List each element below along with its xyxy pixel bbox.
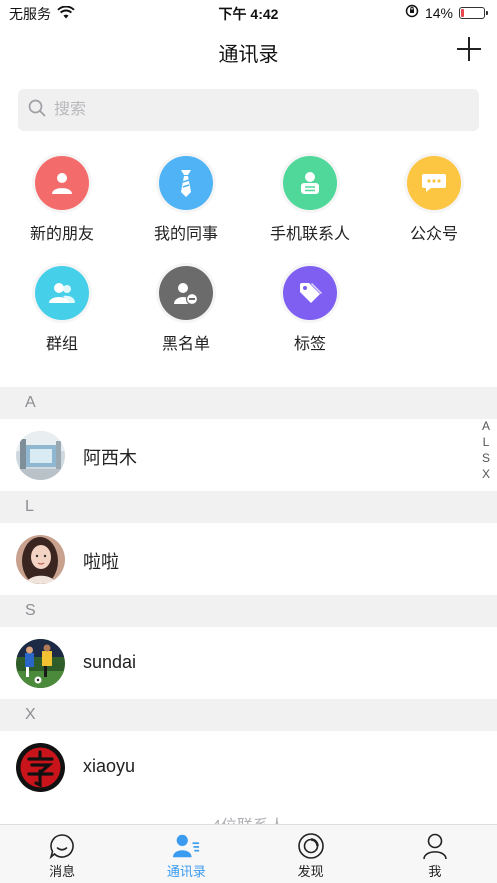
blacklist-icon [159, 266, 213, 320]
contact-name: xiaoyu [83, 756, 136, 776]
search-input[interactable] [54, 101, 454, 119]
tab-messages[interactable]: 消息 [0, 825, 124, 883]
feature-official-accounts[interactable]: 公众号 [372, 156, 496, 244]
section-header-s: S [0, 595, 497, 627]
group-icon [35, 266, 89, 320]
tag-icon [283, 266, 337, 320]
feature-label: 标签 [293, 336, 326, 353]
tab-label: 通讯录 [166, 864, 206, 879]
tab-bar: 消息 通讯录 发现 我 [0, 824, 497, 883]
nav-bar: 通讯录 [0, 26, 497, 78]
tab-profile[interactable]: 我 [373, 825, 497, 883]
feature-label: 群组 [45, 336, 78, 353]
feature-label: 公众号 [409, 226, 458, 243]
profile-icon [421, 832, 449, 860]
avatar [16, 431, 65, 480]
index-letter[interactable]: A [482, 418, 490, 434]
discover-icon [297, 832, 325, 860]
search-bar[interactable] [18, 89, 479, 131]
contact-name: 阿西木 [83, 448, 137, 468]
contact-count: 4位联系人 [0, 800, 497, 824]
colleague-icon [159, 156, 213, 210]
chat-bubble-icon [48, 832, 76, 860]
feature-label: 我的同事 [153, 226, 218, 243]
status-right: 14% [405, 4, 488, 21]
feature-groups[interactable]: 群组 [0, 266, 124, 354]
feature-label: 手机联系人 [269, 226, 350, 243]
new-friend-icon [35, 156, 89, 210]
avatar [16, 743, 65, 792]
contact-name: sundai [83, 652, 137, 672]
contact-row[interactable]: 啦啦 [0, 523, 497, 595]
orientation-lock-icon [405, 4, 419, 21]
contact-count-text: 4位联系人 [0, 812, 497, 824]
feature-label: 黑名单 [161, 336, 210, 353]
tab-contacts[interactable]: 通讯录 [124, 825, 248, 883]
tab-label: 发现 [297, 864, 324, 879]
tab-label: 我 [428, 864, 442, 879]
contact-row[interactable]: 阿西木 [0, 419, 497, 491]
section-header-a: A [0, 387, 497, 419]
contact-name: 啦啦 [83, 552, 119, 572]
search-icon [28, 99, 46, 122]
battery-percent: 14% [424, 4, 453, 21]
alphabet-index[interactable]: A L S X [479, 418, 493, 482]
section-header-l: L [0, 491, 497, 523]
add-contact-button[interactable] [457, 37, 481, 61]
feature-tags[interactable]: 标签 [248, 266, 372, 354]
index-letter[interactable]: L [483, 434, 490, 450]
official-account-icon [407, 156, 461, 210]
contacts-icon [172, 832, 200, 860]
battery-level-fill [461, 8, 464, 17]
section-header-x: X [0, 699, 497, 731]
feature-new-friends[interactable]: 新的朋友 [0, 156, 124, 244]
feature-label: 新的朋友 [29, 226, 94, 243]
page-title: 通讯录 [218, 44, 279, 66]
tab-discover[interactable]: 发现 [249, 825, 373, 883]
contact-row[interactable]: xiaoyu [0, 731, 497, 803]
avatar [16, 639, 65, 688]
feature-blacklist[interactable]: 黑名单 [124, 266, 248, 354]
feature-phone-contacts[interactable]: 手机联系人 [248, 156, 372, 244]
index-letter[interactable]: S [482, 450, 490, 466]
index-letter[interactable]: X [482, 466, 490, 482]
feature-colleagues[interactable]: 我的同事 [124, 156, 248, 244]
avatar [16, 535, 65, 584]
contact-row[interactable]: sundai [0, 627, 497, 699]
battery-icon [459, 6, 488, 19]
phone-contact-icon [283, 156, 337, 210]
tab-label: 消息 [49, 864, 76, 879]
status-bar: 无服务 下午 4:42 14% [0, 0, 497, 26]
